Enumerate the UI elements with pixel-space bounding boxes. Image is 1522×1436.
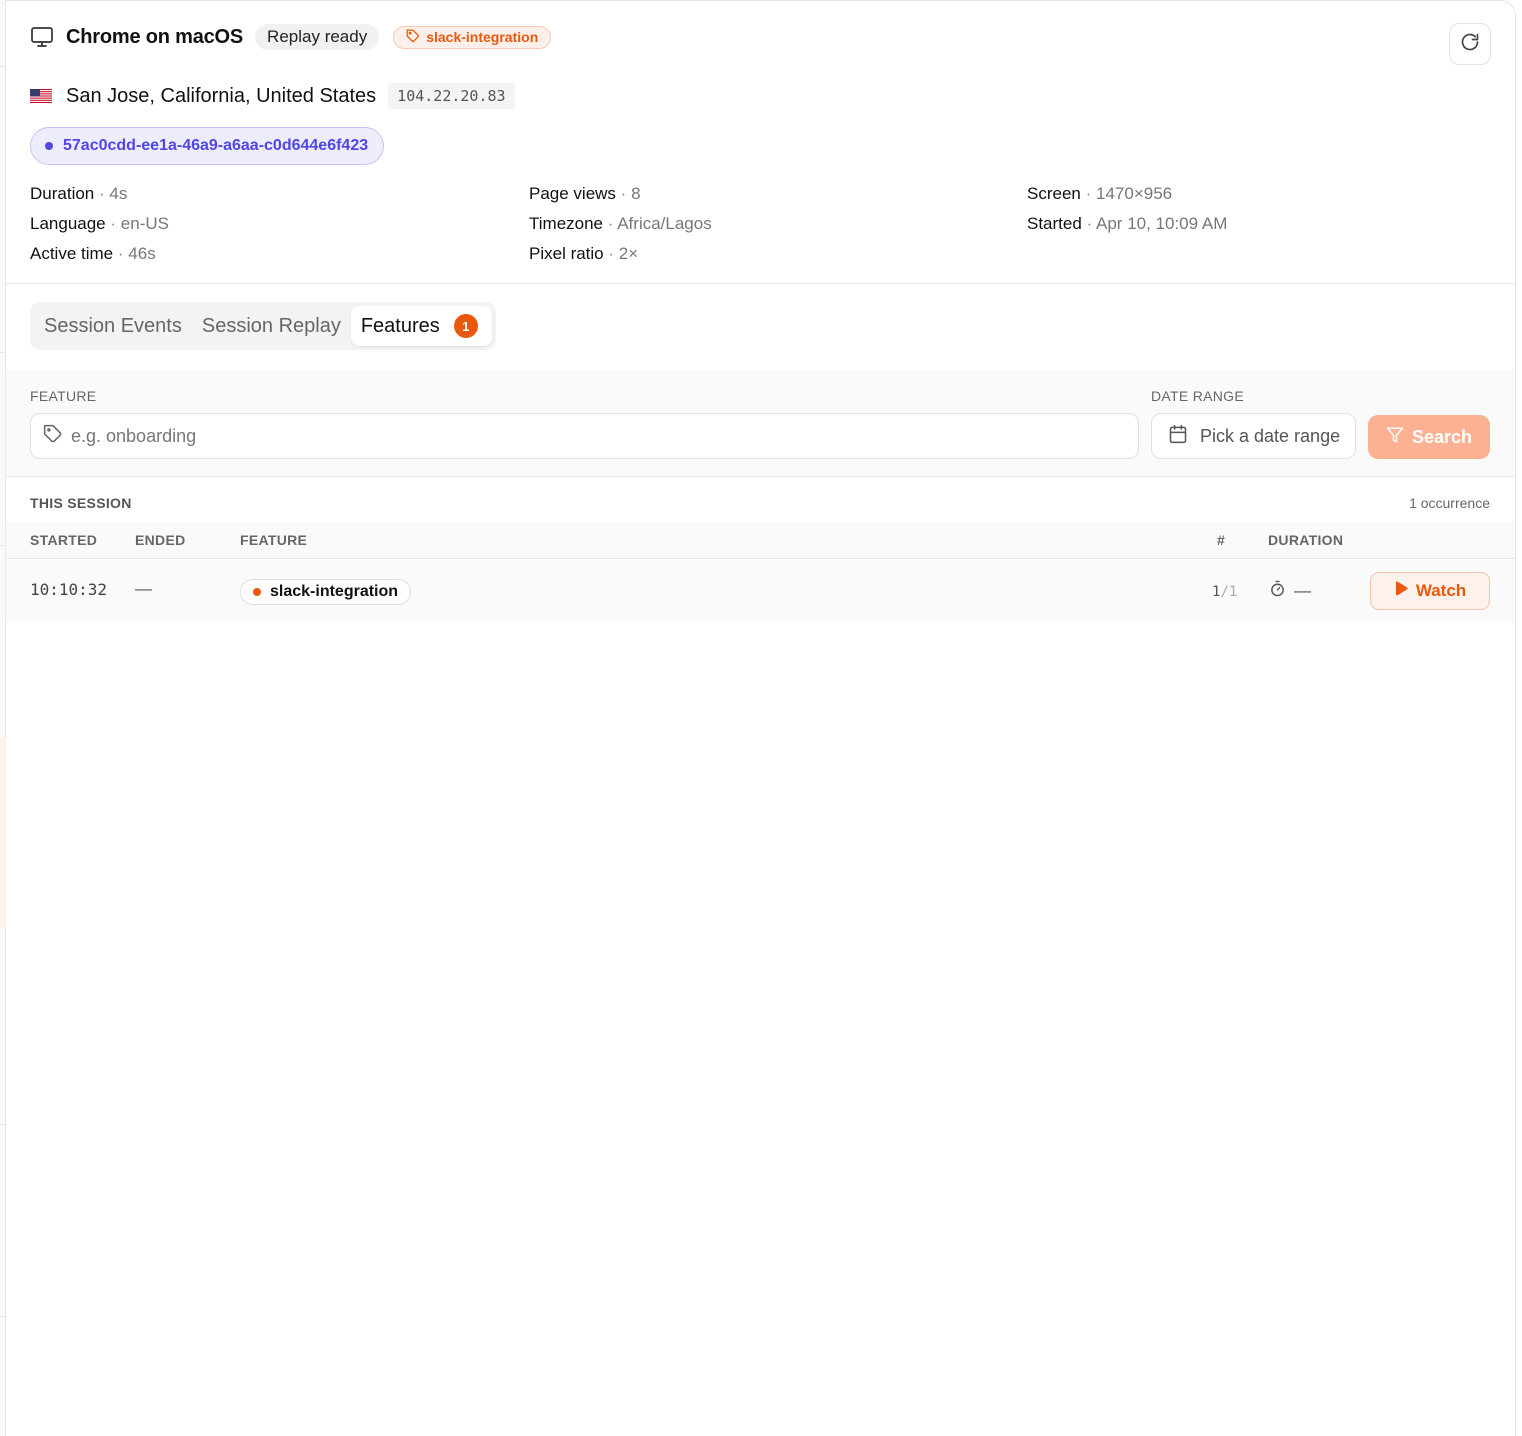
row-duration: —: [1269, 580, 1311, 602]
meta-timezone: Timezone · Africa/Lagos: [529, 214, 712, 233]
tag-icon: [43, 424, 63, 449]
tab-features-label: Features: [360, 314, 440, 337]
browser-title: Chrome on macOS: [66, 25, 244, 48]
session-detail-panel: Chrome on macOS Replay ready slack-integ…: [6, 0, 1516, 1436]
meta-page-views: Page views · 8: [529, 184, 641, 203]
column-header-started: STARTED: [30, 532, 98, 548]
row-feature-label: slack-integration: [270, 583, 399, 600]
meta-column-2: Page views · 8 Timezone · Africa/Lagos P…: [529, 181, 712, 271]
column-header-ended: ENDED: [135, 532, 186, 548]
refresh-icon: [1460, 32, 1480, 57]
meta-language: Language · en-US: [30, 214, 169, 233]
tag-icon: [406, 29, 420, 46]
tab-features-count-badge: 1: [453, 314, 478, 338]
date-range-placeholder: Pick a date range: [1200, 425, 1341, 446]
row-duration-value: —: [1294, 581, 1311, 600]
date-range-picker[interactable]: Pick a date range: [1151, 413, 1356, 459]
section-title: THIS SESSION: [30, 495, 132, 511]
watch-button[interactable]: Watch: [1370, 572, 1490, 610]
tab-session-events[interactable]: Session Events: [34, 306, 192, 346]
meta-screen: Screen · 1470×956: [1027, 184, 1173, 203]
meta-duration: Duration · 4s: [30, 184, 128, 203]
feature-tag-badge[interactable]: slack-integration: [393, 25, 552, 49]
column-header-count: #: [1217, 532, 1226, 548]
row-feature-chip[interactable]: slack-integration: [240, 579, 412, 605]
session-id-badge[interactable]: 57ac0cdd-ee1a-46a9-a6aa-c0d644e6f423: [30, 127, 385, 165]
meta-pixel-ratio: Pixel ratio · 2×: [529, 244, 639, 263]
us-flag-icon: [30, 89, 52, 103]
table-header: STARTED ENDED FEATURE # DURATION: [6, 521, 1515, 559]
feature-tag-label: slack-integration: [426, 29, 539, 45]
feature-dot: [253, 588, 261, 596]
location-row: San Jose, California, United States 104.…: [30, 81, 515, 111]
row-started-time: 10:10:32: [30, 580, 108, 599]
feature-filter-bar: FEATURE DATE RANGE Pick a date range Sea…: [6, 369, 1515, 477]
row-ended-time: —: [135, 579, 152, 598]
session-header: Chrome on macOS Replay ready slack-integ…: [30, 23, 552, 51]
location-text: San Jose, California, United States: [66, 84, 377, 107]
date-range-label: DATE RANGE: [1151, 388, 1244, 404]
meta-active-time: Active time · 46s: [30, 244, 156, 263]
header-divider: [6, 283, 1515, 284]
table-row: 10:10:32 — slack-integration 1/1 — Watch: [6, 560, 1515, 622]
meta-started: Started · Apr 10, 10:09 AM: [1027, 214, 1228, 233]
watch-button-label: Watch: [1415, 581, 1467, 600]
refresh-button[interactable]: [1449, 23, 1491, 65]
session-id-dot: [45, 142, 53, 150]
play-icon: [1394, 580, 1408, 602]
filter-icon: [1386, 426, 1404, 449]
tab-session-replay[interactable]: Session Replay: [192, 306, 351, 346]
row-occurrence-index: 1/1: [1212, 584, 1238, 600]
occurrence-count: 1 occurrence: [1409, 495, 1490, 511]
monitor-icon: [30, 25, 54, 49]
replay-status-badge: Replay ready: [255, 24, 380, 50]
tab-features[interactable]: Features 1: [350, 306, 492, 346]
column-header-feature: FEATURE: [240, 532, 308, 548]
column-header-duration: DURATION: [1268, 532, 1344, 548]
feature-search-field[interactable]: [30, 413, 1139, 459]
feature-filter-label: FEATURE: [30, 388, 97, 404]
session-id-text: 57ac0cdd-ee1a-46a9-a6aa-c0d644e6f423: [63, 137, 369, 154]
meta-column-1: Duration · 4s Language · en-US Active ti…: [30, 181, 169, 271]
meta-column-3: Screen · 1470×956 Started · Apr 10, 10:0…: [1027, 181, 1227, 241]
feature-search-input[interactable]: [71, 425, 1071, 447]
ip-address: 104.22.20.83: [388, 83, 515, 109]
calendar-icon: [1168, 424, 1188, 449]
timer-icon: [1269, 580, 1286, 602]
tab-bar: Session Events Session Replay Features 1: [30, 302, 496, 350]
search-button[interactable]: Search: [1368, 415, 1490, 459]
search-button-label: Search: [1411, 426, 1473, 447]
